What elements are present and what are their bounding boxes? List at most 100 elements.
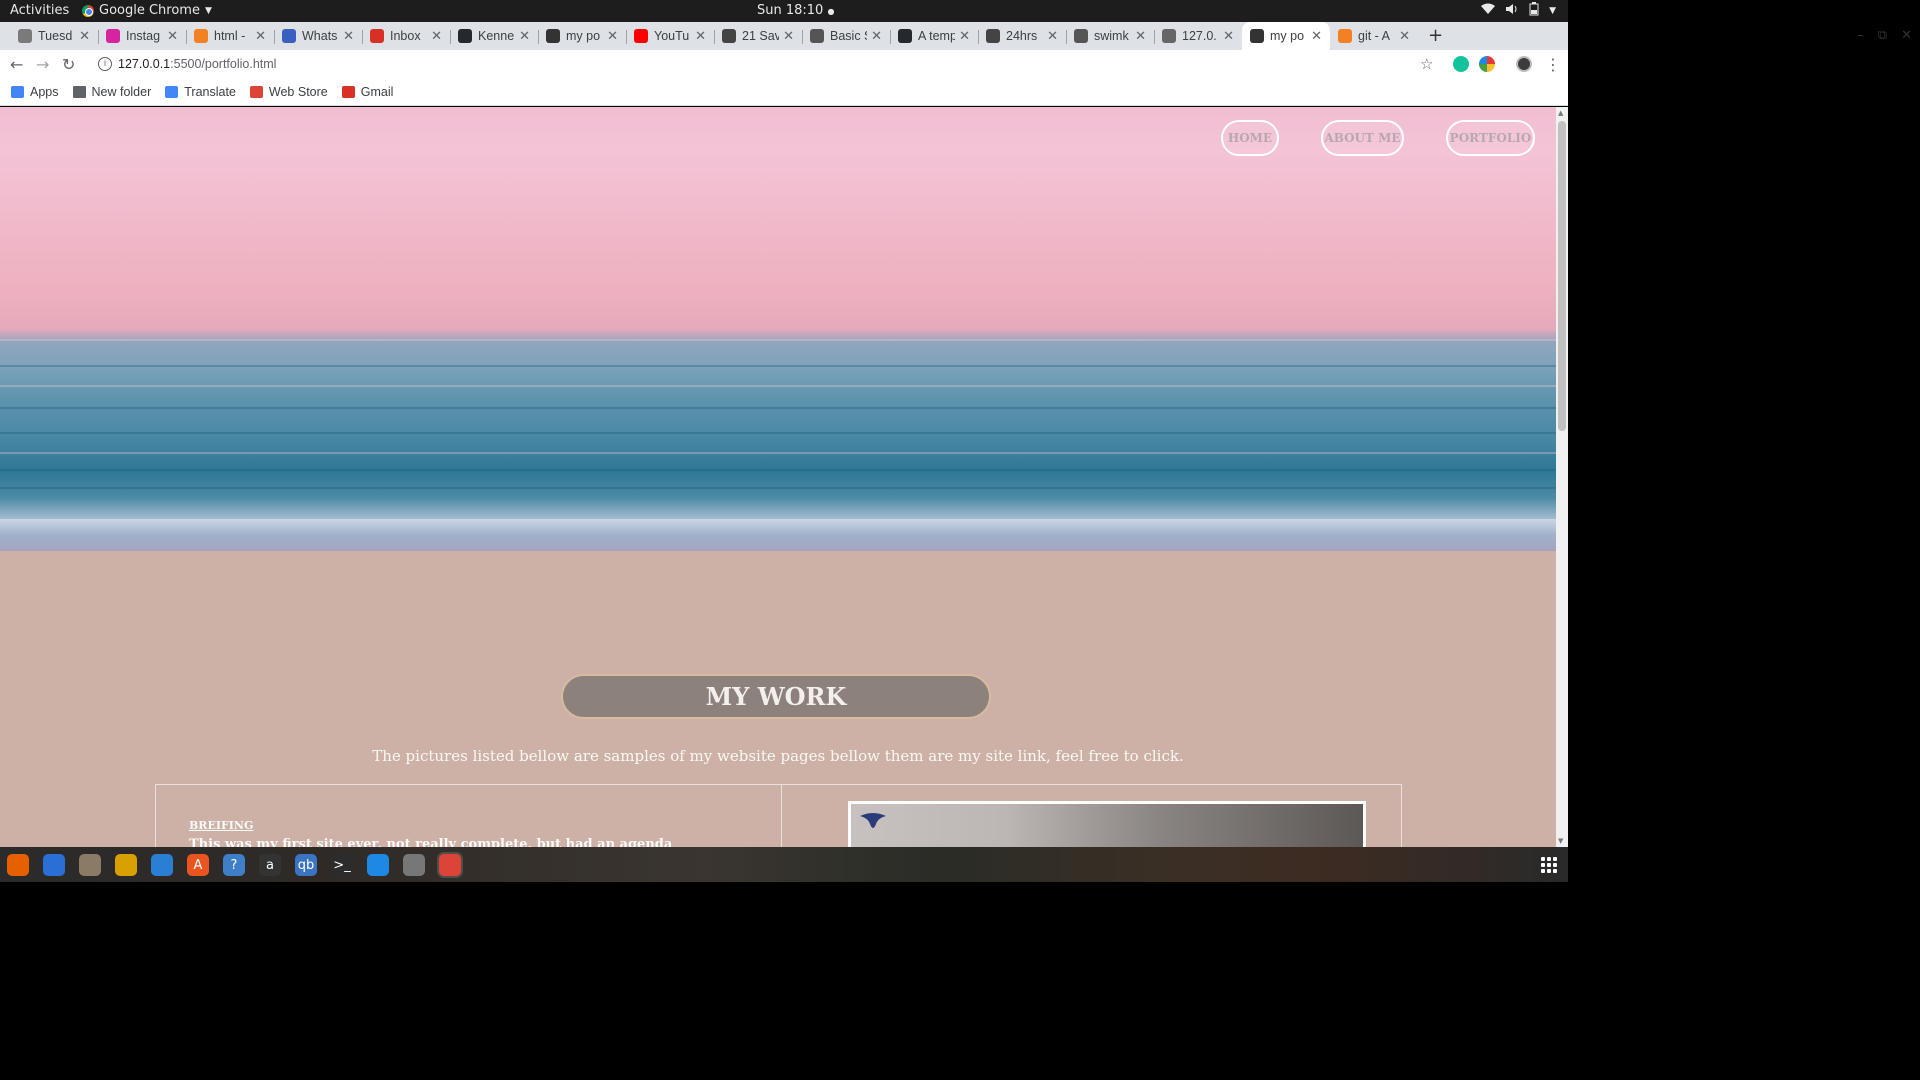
address-bar[interactable]: i 127.0.0.1:5500/portfolio.html bbox=[90, 52, 1444, 76]
translate-icon bbox=[165, 85, 179, 98]
tab-title: Tuesd bbox=[38, 29, 73, 43]
chrome-icon bbox=[82, 4, 94, 17]
scrollbar-thumb[interactable] bbox=[1558, 121, 1566, 431]
tab-close-icon[interactable]: ✕ bbox=[1223, 28, 1234, 44]
extension-icon[interactable] bbox=[1479, 56, 1495, 72]
tab-title: Whats bbox=[302, 29, 338, 43]
dock-rhythmbox-icon[interactable] bbox=[115, 854, 137, 876]
browser-tab[interactable]: Inbox ✕ bbox=[362, 22, 450, 50]
dock-firefox-icon[interactable] bbox=[7, 854, 29, 876]
browser-tab[interactable]: Kenne ✕ bbox=[450, 22, 538, 50]
work-item-heading: BREIFING bbox=[189, 819, 254, 832]
browser-tab[interactable]: Instag ✕ bbox=[98, 22, 186, 50]
work-item-description: This was my first site ever, not really … bbox=[189, 837, 673, 847]
clock[interactable]: Sun 18:10 ● bbox=[757, 3, 834, 18]
bookmark-label: New folder bbox=[91, 84, 152, 99]
window-controls: – ⧉ ✕ bbox=[1857, 28, 1912, 43]
browser-tab[interactable]: html - ✕ bbox=[186, 22, 274, 50]
show-applications-icon[interactable] bbox=[1541, 857, 1557, 873]
tab-close-icon[interactable]: ✕ bbox=[607, 28, 618, 44]
tab-close-icon[interactable]: ✕ bbox=[167, 28, 178, 44]
bookmark-apps[interactable]: Apps bbox=[11, 85, 59, 99]
gmail-icon bbox=[341, 85, 355, 98]
dock-qbittorrent-icon[interactable]: qb bbox=[295, 854, 317, 876]
tab-close-icon[interactable]: ✕ bbox=[1311, 28, 1322, 44]
tab-close-icon[interactable]: ✕ bbox=[1399, 28, 1410, 44]
nav-about-button[interactable]: ABOUT ME bbox=[1321, 120, 1404, 156]
close-window-icon[interactable]: ✕ bbox=[1901, 28, 1912, 43]
bookmark-label: Translate bbox=[184, 84, 236, 99]
dock-files-icon[interactable] bbox=[79, 854, 101, 876]
tab-close-icon[interactable]: ✕ bbox=[79, 28, 90, 44]
url-path: :5500/portfolio.html bbox=[170, 57, 277, 71]
bookmark-gmail[interactable]: Gmail bbox=[341, 85, 393, 99]
tab-close-icon[interactable]: ✕ bbox=[255, 28, 266, 44]
browser-tab[interactable]: swimk ✕ bbox=[1066, 22, 1154, 50]
tab-close-icon[interactable]: ✕ bbox=[871, 28, 882, 44]
tab-close-icon[interactable]: ✕ bbox=[959, 28, 970, 44]
dock-software-icon[interactable]: A bbox=[187, 854, 209, 876]
scroll-down-icon[interactable]: ▼ bbox=[1558, 837, 1563, 845]
tab-close-icon[interactable]: ✕ bbox=[519, 28, 530, 44]
tab-close-icon[interactable]: ✕ bbox=[783, 28, 794, 44]
webstore-icon bbox=[249, 85, 263, 98]
clock-text: Sun 18:10 bbox=[757, 3, 824, 18]
dock-chrome-icon[interactable] bbox=[439, 854, 461, 876]
bookmark-star-icon[interactable]: ☆ bbox=[1420, 55, 1433, 73]
browser-tab[interactable]: YouTu ✕ bbox=[626, 22, 714, 50]
dock-inkscape-icon[interactable] bbox=[403, 854, 425, 876]
tab-favicon-icon bbox=[810, 29, 824, 43]
tab-close-icon[interactable]: ✕ bbox=[343, 28, 354, 44]
wave-line bbox=[0, 469, 1556, 471]
forward-arrow-icon[interactable]: → bbox=[36, 55, 49, 74]
activities-button[interactable]: Activities bbox=[10, 3, 69, 18]
tab-close-icon[interactable]: ✕ bbox=[695, 28, 706, 44]
dock-vscode-icon[interactable] bbox=[367, 854, 389, 876]
dock-thunderbird-icon[interactable] bbox=[43, 854, 65, 876]
menu-kebab-icon[interactable]: ⋮ bbox=[1545, 55, 1561, 74]
browser-tab[interactable]: A temp ✕ bbox=[890, 22, 978, 50]
wave-line bbox=[0, 432, 1556, 434]
bookmark-new-folder[interactable]: New folder bbox=[72, 84, 152, 99]
tab-close-icon[interactable]: ✕ bbox=[1135, 28, 1146, 44]
page-scrollbar[interactable]: ▲ ▼ bbox=[1556, 107, 1568, 847]
bookmark-web-store[interactable]: Web Store bbox=[249, 85, 328, 99]
site-screenshot-image[interactable] bbox=[848, 801, 1366, 847]
bookmark-translate[interactable]: Translate bbox=[165, 85, 236, 99]
reload-icon[interactable]: ↻ bbox=[62, 55, 75, 74]
nav-home-button[interactable]: HOME bbox=[1221, 120, 1279, 156]
profile-avatar[interactable] bbox=[1516, 56, 1532, 72]
browser-tab[interactable]: 21 Sav ✕ bbox=[714, 22, 802, 50]
back-arrow-icon[interactable]: ← bbox=[10, 55, 23, 74]
browser-tab[interactable]: Basic S ✕ bbox=[802, 22, 890, 50]
tab-favicon-icon bbox=[1250, 29, 1264, 43]
dock-terminal-icon[interactable]: >_ bbox=[331, 854, 353, 876]
wave-line bbox=[0, 365, 1556, 367]
tab-close-icon[interactable]: ✕ bbox=[431, 28, 442, 44]
browser-tab[interactable]: Tuesd ✕ bbox=[10, 22, 98, 50]
browser-tab[interactable]: 127.0. ✕ bbox=[1154, 22, 1242, 50]
tab-title: git - A bbox=[1358, 29, 1390, 43]
tab-close-icon[interactable]: ✕ bbox=[1047, 28, 1058, 44]
browser-tab[interactable]: Whats ✕ bbox=[274, 22, 362, 50]
dock-amazon-icon[interactable]: a bbox=[259, 854, 281, 876]
bookmark-label: Apps bbox=[30, 84, 59, 99]
dock-writer-icon[interactable] bbox=[151, 854, 173, 876]
caret-down-icon: ▼ bbox=[1549, 6, 1556, 16]
browser-tab[interactable]: git - A ✕ bbox=[1330, 22, 1418, 50]
tab-favicon-icon bbox=[898, 29, 912, 43]
grammarly-icon[interactable] bbox=[1453, 56, 1469, 72]
new-tab-button[interactable]: + bbox=[1428, 25, 1443, 46]
app-menu[interactable]: Google Chrome ▼ bbox=[82, 3, 212, 18]
info-icon[interactable]: i bbox=[98, 57, 112, 71]
scroll-up-icon[interactable]: ▲ bbox=[1558, 109, 1563, 117]
browser-tab[interactable]: my po ✕ bbox=[538, 22, 626, 50]
system-tray[interactable]: ▼ bbox=[1481, 2, 1556, 20]
dock-help-icon[interactable]: ? bbox=[223, 854, 245, 876]
browser-tab[interactable]: my po ✕ bbox=[1242, 22, 1330, 50]
minimize-icon[interactable]: – bbox=[1857, 28, 1864, 43]
nav-portfolio-button[interactable]: PORTFOLIO bbox=[1446, 120, 1535, 156]
browser-tab[interactable]: 24hrs ✕ bbox=[978, 22, 1066, 50]
maximize-icon[interactable]: ⧉ bbox=[1878, 28, 1887, 43]
tab-title: swimk bbox=[1094, 29, 1129, 43]
